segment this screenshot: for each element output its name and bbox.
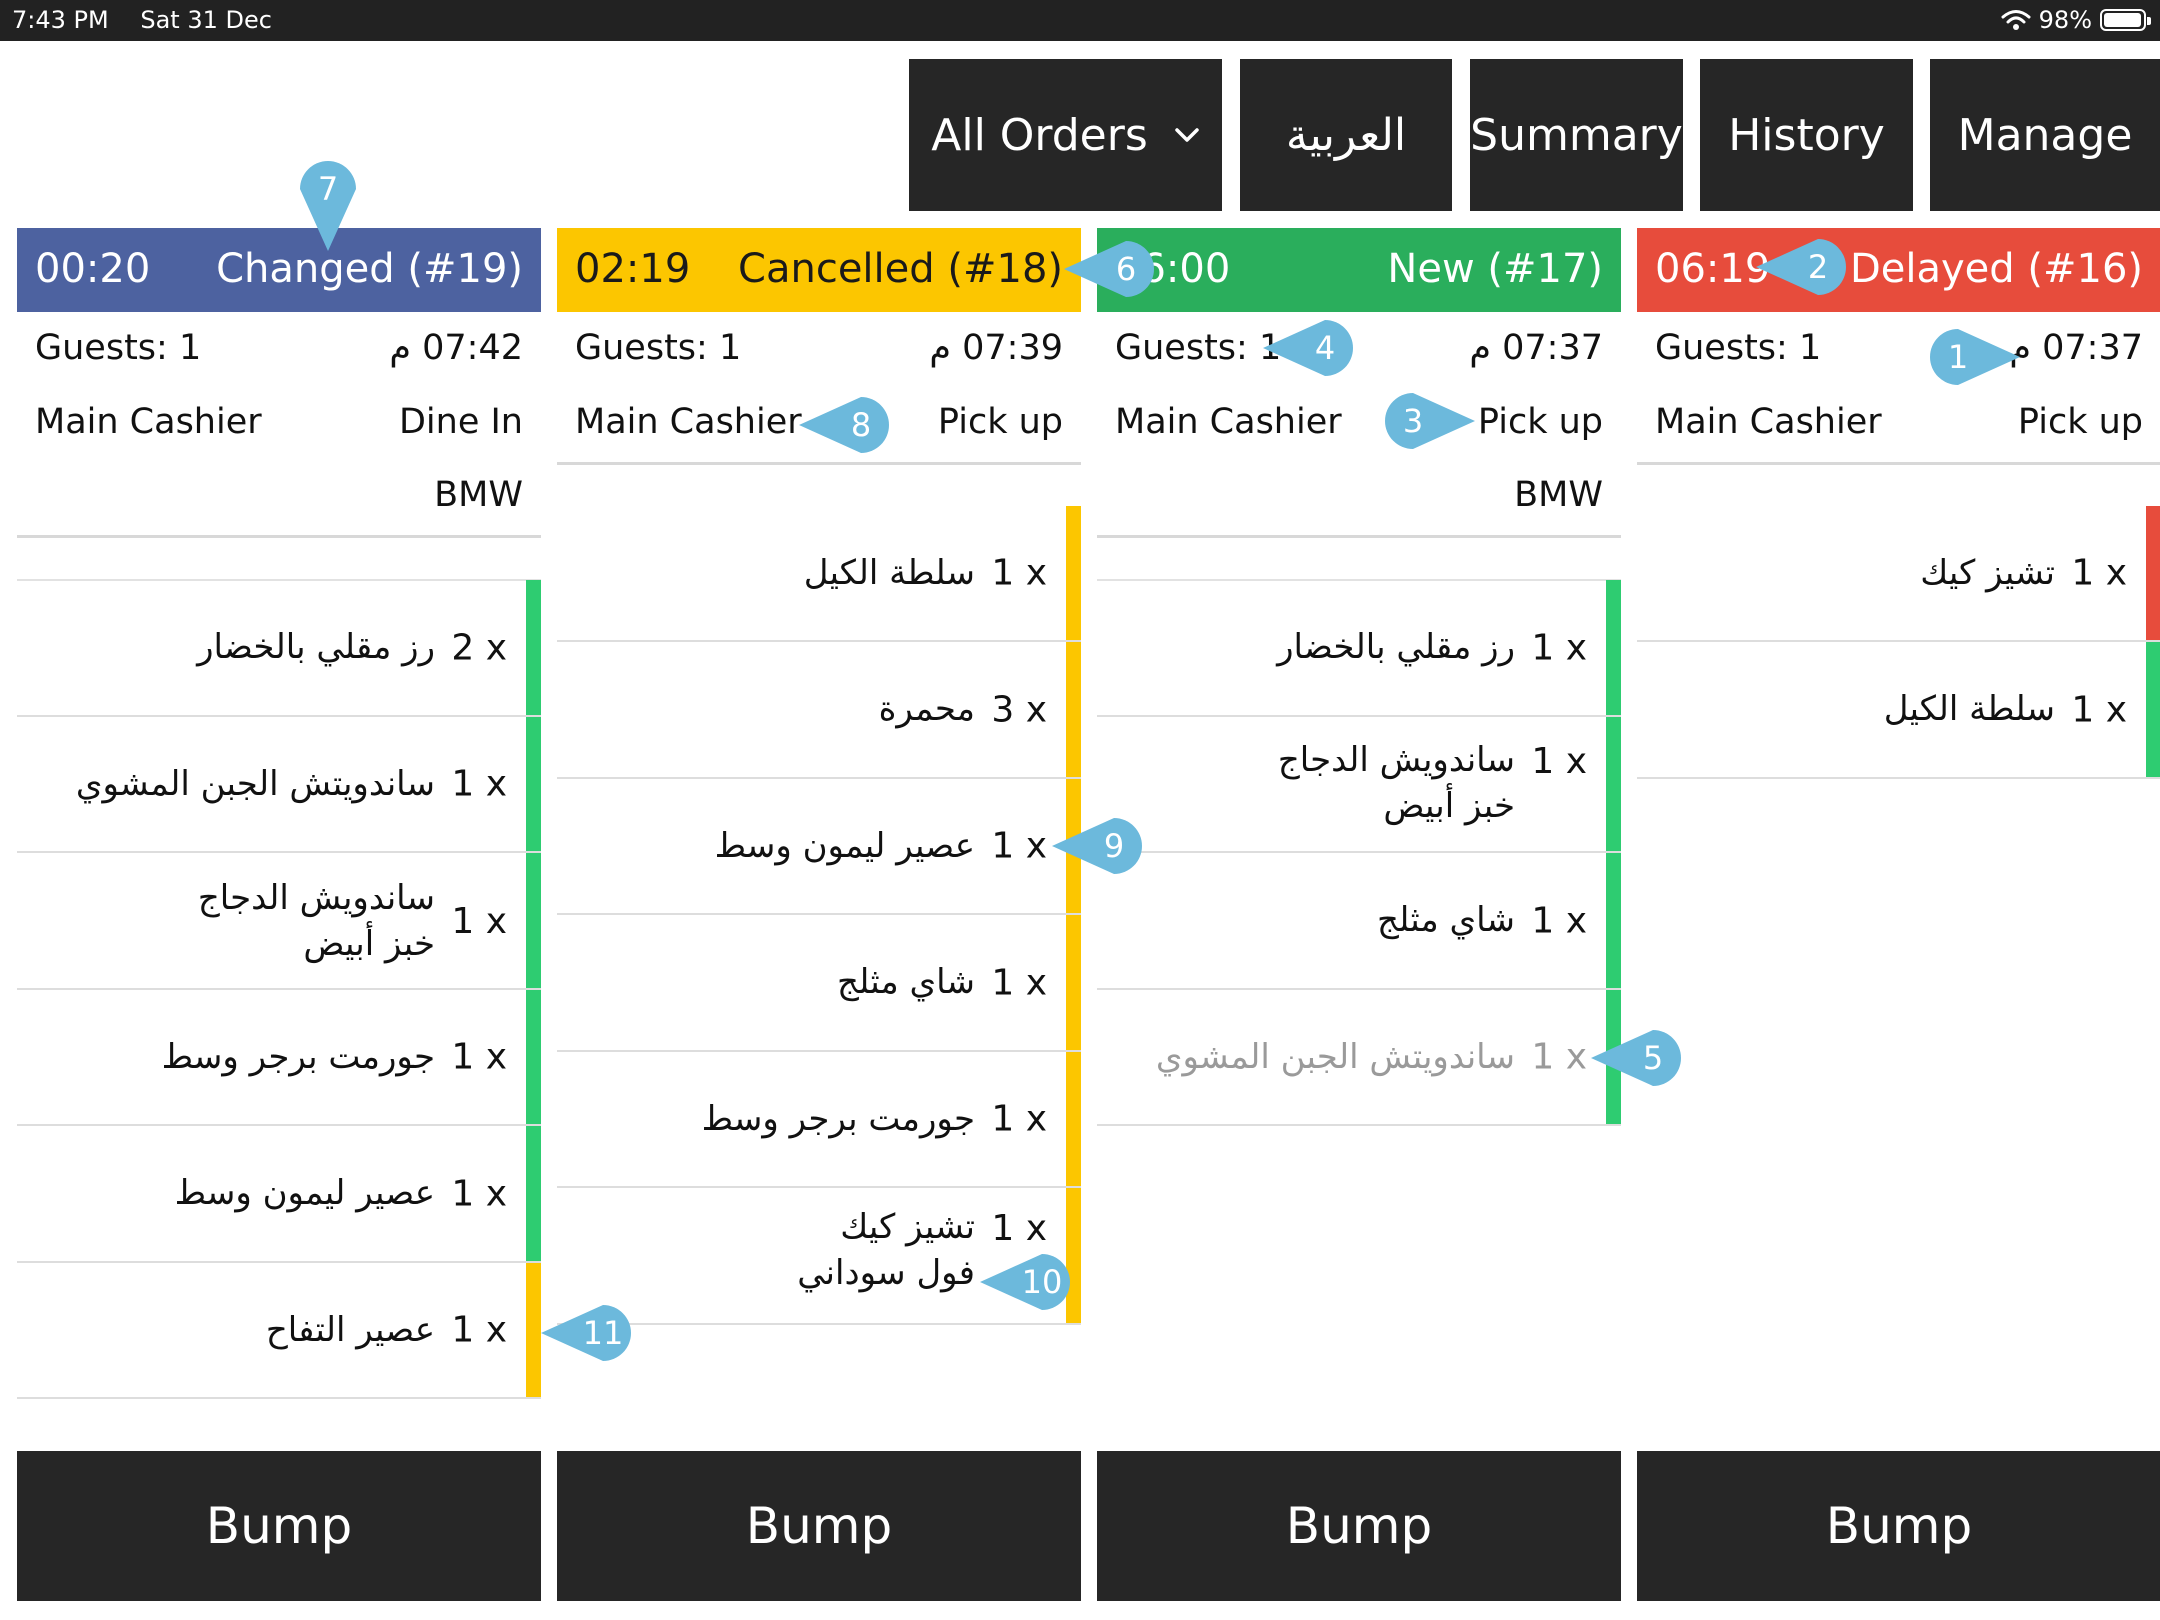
order-type: Pick up [937,402,1063,442]
callout-marker-2: 2 [1756,239,1846,295]
order-time: 07:37 م [2009,328,2143,368]
order-time: 07:37 م [1469,328,1603,368]
status-time: 7:43 PM [12,6,109,34]
order-cashier: Main Cashier [1655,402,1882,442]
list-item[interactable]: 1 x شاي مثلج [557,915,1081,1052]
order-status: Changed (#19) [216,246,523,292]
all-orders-dropdown[interactable]: All Orders [909,59,1222,211]
callout-marker-4: 4 [1263,320,1353,376]
callout-marker-6: 6 [1064,241,1154,297]
order-time: 07:39 م [929,328,1063,368]
list-item[interactable]: 3 x محمرة [557,642,1081,779]
order-header: 00:20 Changed (#19) [17,228,541,312]
order-timer: 00:20 [35,246,151,292]
callout-marker-11: 11 [541,1305,631,1361]
order-type: Pick up [2017,402,2143,442]
list-item[interactable]: 1 x سلطة الكيل [1637,642,2160,779]
callout-marker-7: 7 [300,161,356,251]
list-item[interactable]: 2 x رز مقلي بالخضار [17,580,541,717]
order-cashier: Main Cashier [1115,402,1342,442]
order-timer: 02:19 [575,246,691,292]
list-item[interactable]: 1 x ساندويتش الجبن المشوي [1097,990,1621,1126]
list-item[interactable]: 1 x رز مقلي بالخضار [1097,580,1621,717]
order-status: New (#17) [1387,246,1603,292]
callout-marker-10: 10 [980,1254,1070,1310]
list-item[interactable]: 1 x عصير ليمون وسط [557,779,1081,915]
history-button[interactable]: History [1700,59,1913,211]
order-car: BMW [1514,475,1603,515]
order-status: Cancelled (#18) [738,246,1063,292]
order-guests: Guests: 1 [1655,328,1822,368]
order-card-19[interactable]: 00:20 Changed (#19) Guests: 1 07:42 م Ma… [17,228,541,1399]
order-time: 07:42 م [389,328,523,368]
order-type: Pick up [1477,402,1603,442]
order-guests: Guests: 1 [35,328,202,368]
order-card-18[interactable]: 02:19 Cancelled (#18) Guests: 1 07:39 م … [557,228,1081,1328]
all-orders-label: All Orders [931,109,1148,161]
bump-button-17[interactable]: Bump [1097,1451,1621,1601]
list-item[interactable]: 1 x عصير ليمون وسط [17,1126,541,1263]
language-arabic-button[interactable]: العربية [1240,59,1452,211]
bump-button-16[interactable]: Bump [1637,1451,2160,1601]
order-car: BMW [434,475,523,515]
order-type: Dine In [398,402,523,442]
summary-button[interactable]: Summary [1470,59,1683,211]
order-cashier: Main Cashier [35,402,262,442]
order-guests: Guests: 1 [1115,328,1282,368]
order-cashier: Main Cashier [575,402,802,442]
order-card-16[interactable]: 06:19 Delayed (#16) Guests: 1 07:37 م Ma… [1637,228,2160,788]
order-status: Delayed (#16) [1849,246,2143,292]
list-item[interactable]: 1 x سلطة الكيل [557,506,1081,642]
list-item[interactable]: 1 x ساندويش الدجاج خبز أبيض [17,853,541,990]
order-header: 02:19 Cancelled (#18) [557,228,1081,312]
list-item[interactable]: 1 x جورمت برجر وسط [17,990,541,1126]
order-header: 06:00 New (#17) [1097,228,1621,312]
callout-marker-8: 8 [799,397,889,453]
battery-icon [2100,9,2151,31]
list-item[interactable]: 1 x تشيز كيك فول سوداني [557,1188,1081,1325]
chevron-down-icon [1174,127,1200,143]
order-header: 06:19 Delayed (#16) [1637,228,2160,312]
battery-percent: 98% [2038,6,2092,34]
status-date: Sat 31 Dec [140,6,272,34]
wifi-icon [2001,9,2031,31]
status-bar: 7:43 PM Sat 31 Dec 98% [0,0,2160,41]
bump-button-19[interactable]: Bump [17,1451,541,1601]
order-guests: Guests: 1 [575,328,742,368]
list-item[interactable]: 1 x ساندويتش الجبن المشوي [17,717,541,853]
list-item[interactable]: 1 x عصير التفاح [17,1263,541,1399]
manage-button[interactable]: Manage [1930,59,2160,211]
callout-marker-3: 3 [1385,393,1475,449]
list-item[interactable]: 1 x تشيز كيك [1637,506,2160,642]
list-item[interactable]: 1 x ساندويش الدجاج خبز أبيض [1097,717,1621,853]
callout-marker-9: 9 [1052,818,1142,874]
order-card-17[interactable]: 06:00 New (#17) Guests: 1 07:37 م Main C… [1097,228,1621,1128]
list-item[interactable]: 1 x جورمت برجر وسط [557,1052,1081,1188]
callout-marker-1: 1 [1930,329,2020,385]
order-timer: 06:19 [1655,246,1771,292]
bump-button-18[interactable]: Bump [557,1451,1081,1601]
callout-marker-5: 5 [1591,1030,1681,1086]
list-item[interactable]: 1 x شاي مثلج [1097,853,1621,990]
